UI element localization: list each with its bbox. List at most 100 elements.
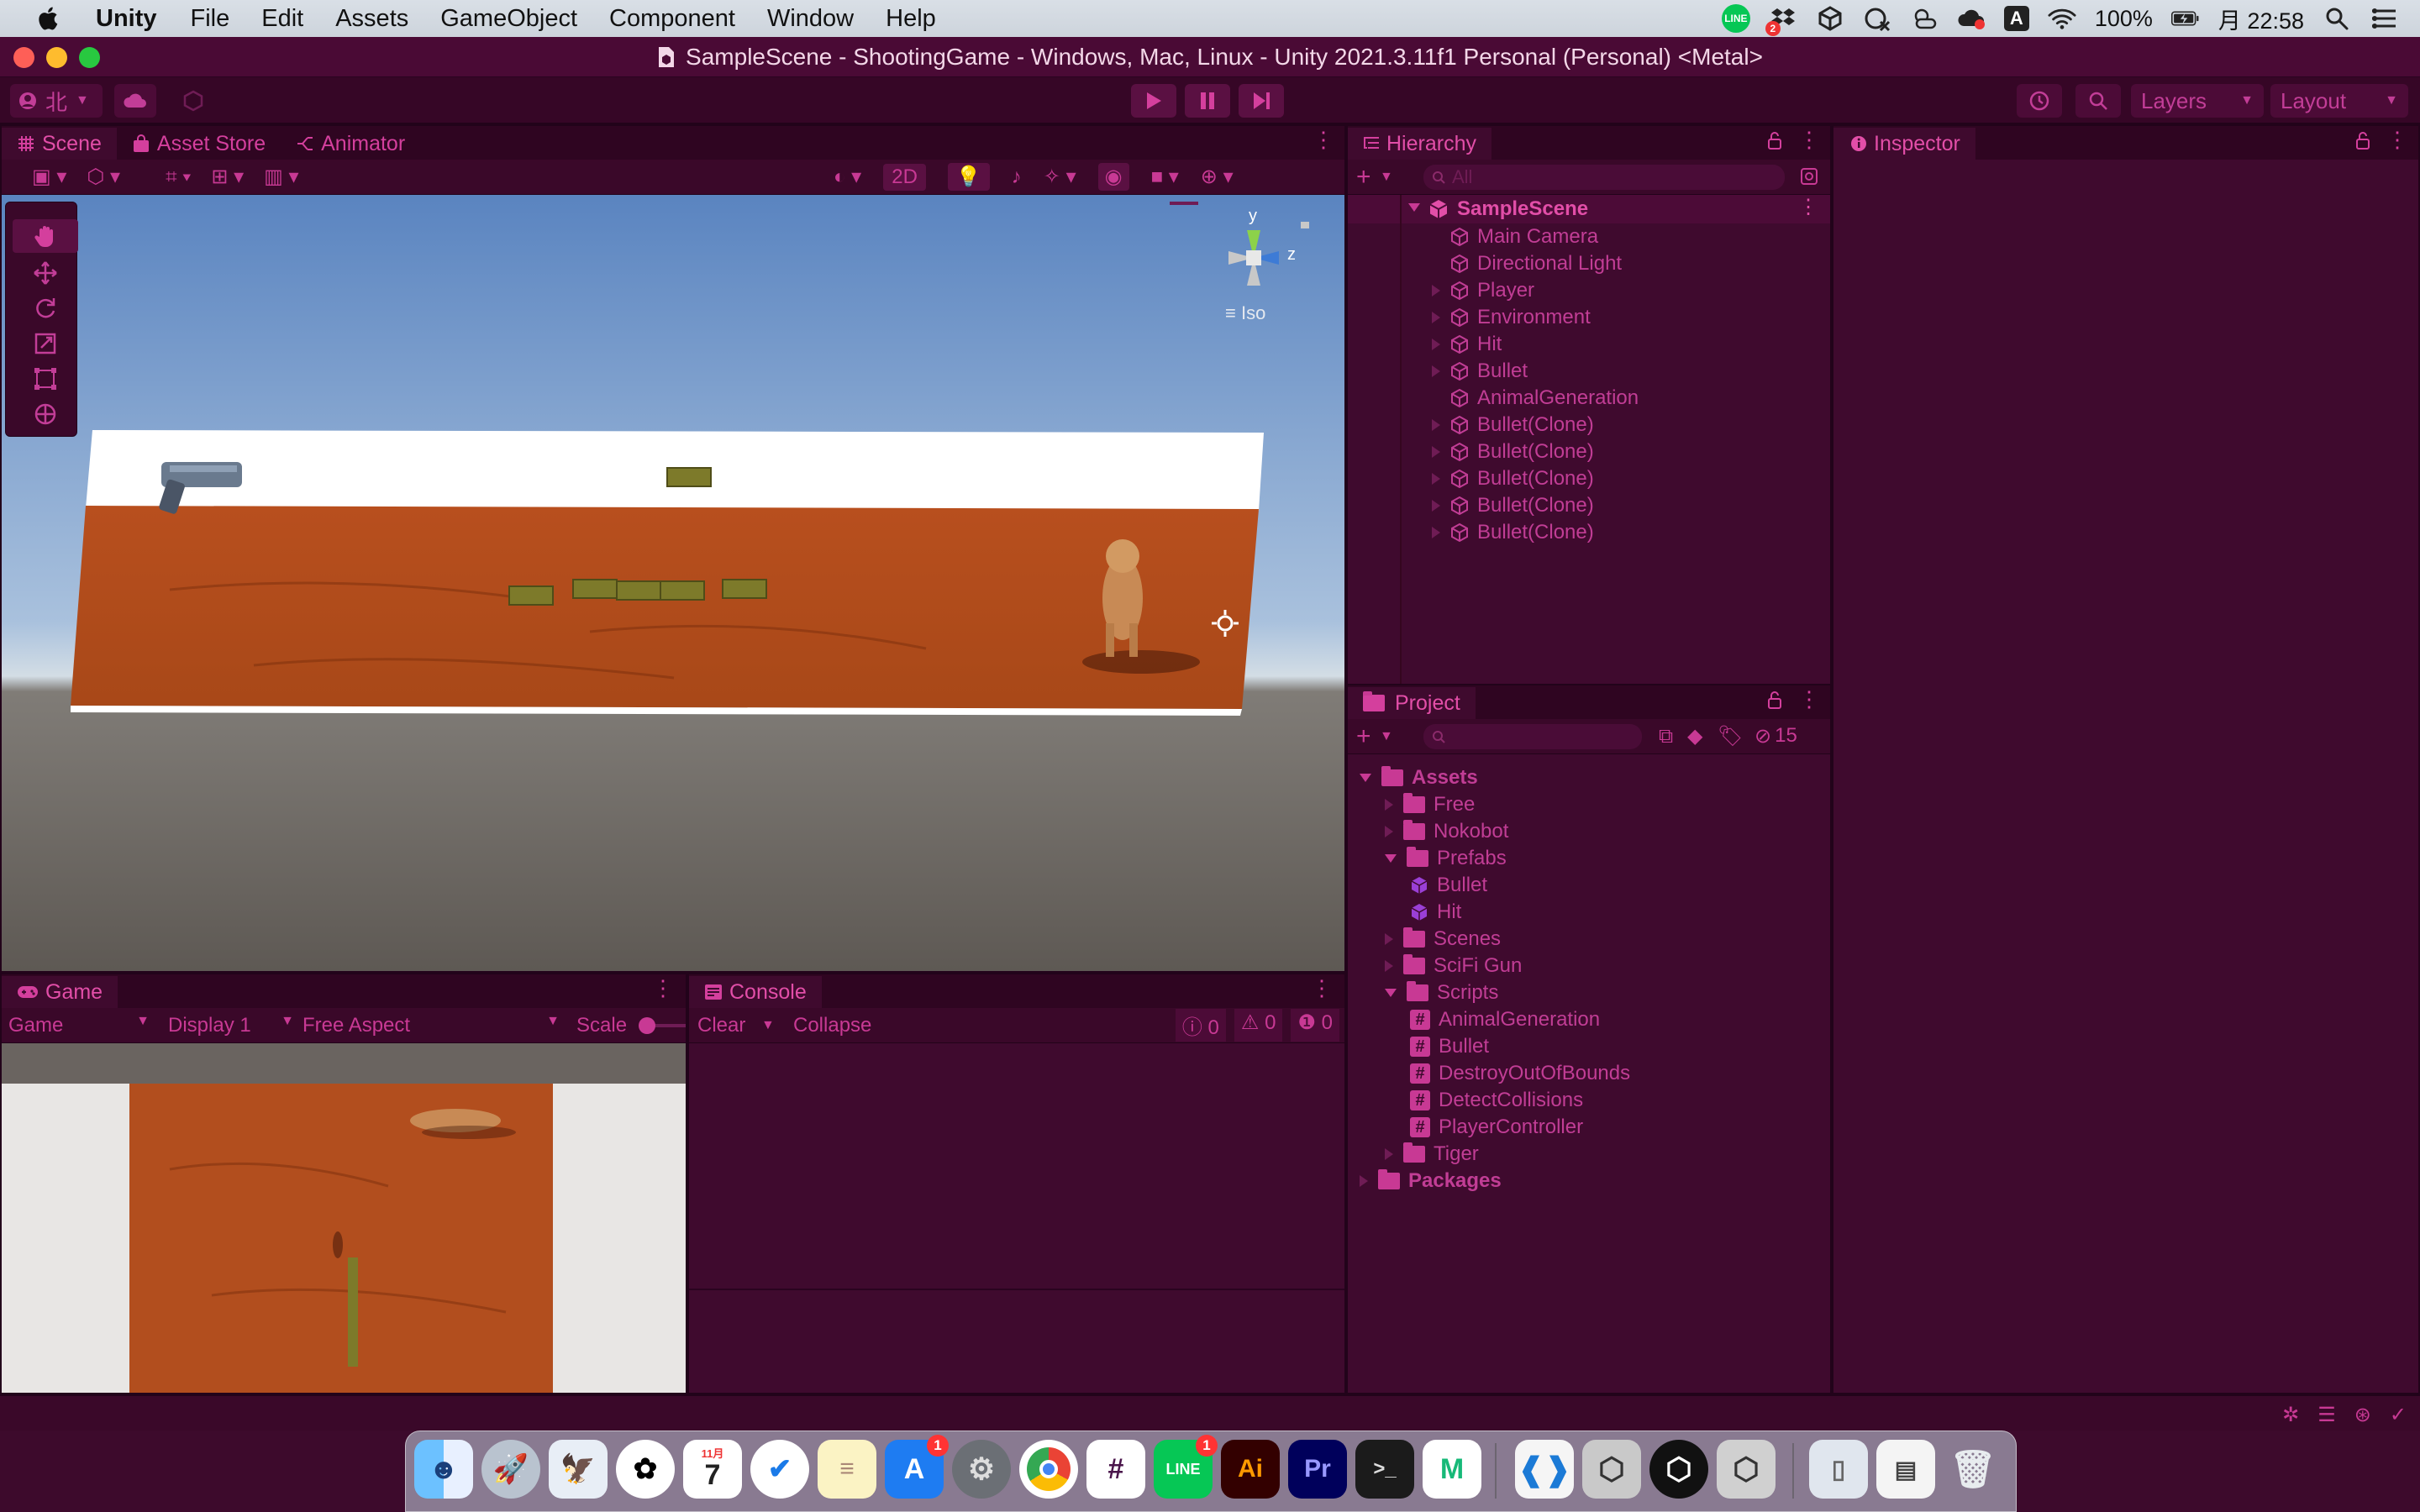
line-tray-icon[interactable]: LINE [1721,4,1750,33]
close-window-button[interactable] [13,47,34,68]
project-item[interactable]: Bullet [1410,872,1487,899]
console-detail-divider[interactable] [689,1289,1344,1290]
reminders-dock-icon[interactable]: ✔ [750,1440,809,1499]
grid-snap-icon[interactable]: ⌗ ▾ [166,165,191,189]
project-item[interactable]: # AnimalGeneration [1410,1006,1600,1033]
scene-row[interactable]: SampleScene ⋮ [1348,195,1830,223]
finder-dock-icon[interactable]: ☻ [414,1440,473,1499]
move-tool-button[interactable] [13,256,78,290]
illustrator-dock-icon[interactable]: Ai [1221,1440,1280,1499]
projection-toggle[interactable]: ≡ Iso [1225,302,1265,324]
app-store-dock-icon[interactable]: A1 [885,1435,949,1499]
line-dock-icon[interactable]: LINE 1 [1154,1435,1218,1499]
menu-component[interactable]: Component [609,5,735,33]
unity-hub-tray-icon[interactable] [1816,4,1844,33]
scale-tool-button[interactable] [13,327,78,360]
expand-arrow-icon[interactable] [1360,1175,1368,1187]
log-filter-toggle[interactable]: ⓘ 0 [1175,1009,1226,1042]
hierarchy-item[interactable]: Bullet(Clone) [1432,412,1594,438]
dropbox-tray-icon[interactable]: 2 [1765,4,1797,36]
debug-mode-icon[interactable]: ⊛ [2354,1403,2371,1427]
tab-game[interactable]: Game [2,976,118,1008]
gizmos-icon[interactable]: ⊕ ▾ [1201,165,1234,189]
project-item[interactable]: # Bullet [1410,1033,1489,1060]
spotlight-search-icon[interactable] [2323,4,2351,33]
tab-project[interactable]: Project [1348,687,1476,719]
cache-server-icon[interactable]: ☰ [2317,1403,2336,1427]
hierarchy-item[interactable]: Main Camera [1432,223,1598,250]
search-options-icon[interactable] [1800,167,1820,187]
zoom-window-button[interactable] [79,47,100,68]
toggle-2d-button[interactable]: 2D [883,163,926,191]
menu-window[interactable]: Window [767,5,854,33]
pause-button[interactable] [1185,84,1230,118]
expand-arrow-icon[interactable] [1432,446,1440,458]
effects-toggle-icon[interactable]: ✧ ▾ [1044,165,1076,189]
orientation-gizmo[interactable]: y z ≡ Iso [1195,207,1313,338]
project-item[interactable]: Assets [1360,764,1478,791]
archive-utility-dock-icon[interactable]: ▯ [1809,1440,1868,1499]
premiere-dock-icon[interactable]: Pr [1288,1440,1347,1499]
collapse-arrow-icon[interactable] [1385,854,1397,863]
menu-help[interactable]: Help [886,5,936,33]
expand-arrow-icon[interactable] [1385,933,1393,945]
slack-dock-icon[interactable]: # [1086,1440,1145,1499]
hierarchy-item[interactable]: AnimalGeneration [1432,385,1639,412]
display-dropdown[interactable]: Display 1 ▼ [168,1014,294,1037]
expand-arrow-icon[interactable] [1385,960,1393,972]
hierarchy-item[interactable]: Bullet(Clone) [1432,465,1594,492]
chevron-down-icon[interactable]: ▼ [1380,170,1393,185]
expand-arrow-icon[interactable] [1385,826,1393,837]
project-item[interactable]: Prefabs [1385,845,1507,872]
warning-filter-toggle[interactable]: ⚠ 0 [1234,1009,1283,1042]
unity-editor-2-dock-icon[interactable]: ⬡ [1717,1440,1776,1499]
wifi-tray-icon[interactable] [2048,4,2076,33]
collapse-arrow-icon[interactable] [1360,774,1371,782]
weather-tray-icon[interactable] [1910,4,1939,33]
layers-dropdown[interactable]: Layers ▼ [2131,84,2264,118]
hierarchy-item[interactable]: Bullet(Clone) [1432,438,1594,465]
app-name-menu[interactable]: Unity [96,5,157,33]
panel-menu-icon[interactable]: ⋮ [2386,127,2408,153]
expand-arrow-icon[interactable] [1385,1148,1393,1160]
lighting-toggle-icon[interactable]: 💡 [947,163,990,191]
hierarchy-item[interactable]: Player [1432,277,1534,304]
expand-arrow-icon[interactable] [1432,500,1440,512]
game-viewport[interactable] [2,1043,686,1393]
expand-arrow-icon[interactable] [1432,527,1440,538]
search-button[interactable] [2075,84,2121,118]
error-filter-toggle[interactable]: ❶ 0 [1291,1009,1339,1042]
render-mode-icon[interactable]: ◐ ▾ [834,165,861,189]
project-item[interactable]: # DetectCollisions [1410,1087,1583,1114]
project-item[interactable]: Scripts [1385,979,1498,1006]
vscode-dock-icon[interactable]: ❰❱ [1515,1440,1574,1499]
audio-toggle-icon[interactable]: ♪ [1012,165,1022,189]
expand-arrow-icon[interactable] [1385,799,1393,811]
battery-icon[interactable] [2170,4,2200,33]
sync-off-tray-icon[interactable] [1863,4,1891,33]
menu-edit[interactable]: Edit [261,5,303,33]
create-add-icon[interactable]: + [1356,722,1371,751]
expand-arrow-icon[interactable] [1432,285,1440,297]
project-item[interactable]: Hit [1410,899,1461,926]
expand-arrow-icon[interactable] [1432,339,1440,350]
terminal-dock-icon[interactable]: >_ [1355,1440,1414,1499]
minimize-window-button[interactable] [46,47,67,68]
shading-mode-icon[interactable]: ⬡ ▾ [87,165,120,189]
camera-settings-icon[interactable]: ■ ▾ [1151,165,1179,189]
hierarchy-search-input[interactable]: All [1423,164,1785,190]
menu-assets[interactable]: Assets [335,5,408,33]
project-item[interactable]: Tiger [1385,1141,1479,1168]
hierarchy-item[interactable]: Bullet(Clone) [1432,492,1594,519]
expand-arrow-icon[interactable] [1432,419,1440,431]
apple-menu-icon[interactable] [35,5,59,32]
label-filter-icon[interactable]: 🏷 [1718,724,1743,748]
scale-slider-thumb[interactable] [639,1016,655,1034]
expand-arrow-icon[interactable] [1432,312,1440,323]
chevron-down-icon[interactable]: ▼ [1380,729,1393,744]
mail-eagle-dock-icon[interactable]: 🦅 [549,1440,608,1499]
collapse-arrow-icon[interactable] [1385,989,1397,997]
hand-tool-button[interactable] [13,219,78,253]
expand-arrow-icon[interactable] [1432,365,1440,377]
project-item[interactable]: Nokobot [1385,818,1508,845]
